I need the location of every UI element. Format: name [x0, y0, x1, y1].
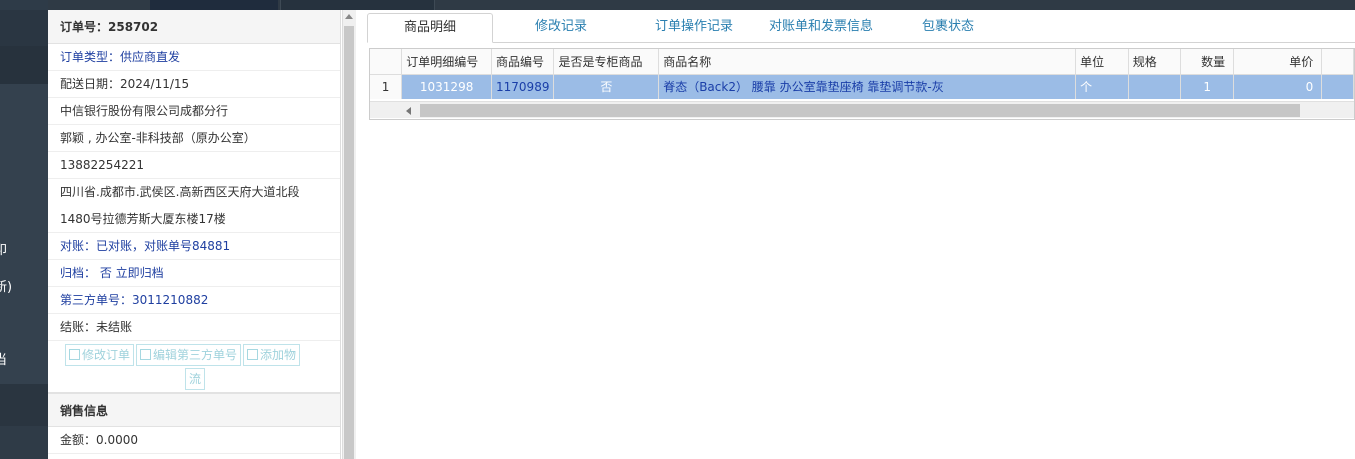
scroll-up-icon[interactable] [345, 14, 353, 19]
nav-item-active-group [0, 84, 48, 384]
add-logistics-label-2: 流 [189, 372, 202, 386]
order-type: 订单类型：供应商直发 [48, 44, 340, 71]
cell-detail-id[interactable]: 1031298 [401, 74, 493, 99]
edit-icon [140, 349, 152, 360]
cell-product-id[interactable]: 1170989 [491, 74, 555, 99]
scrollbar-thumb[interactable] [344, 26, 354, 459]
tab-modify-records[interactable]: 修改记录 [493, 13, 629, 43]
order-info-panel: 订单号：258702 订单类型：供应商直发 配送日期：2024/11/15 中信… [48, 10, 341, 459]
header-quantity[interactable]: 数量 [1180, 49, 1235, 75]
grid-header-row: 订单明细编号 商品编号 是否是专柜商品 商品名称 单位 规格 数量 单价 [370, 49, 1354, 75]
tab-reconcile-invoice[interactable]: 对账单和发票信息 [759, 13, 883, 43]
settle-status: 结账：未结账 [48, 314, 340, 341]
company-name: 中信银行股份有限公司成都分行 [48, 98, 340, 125]
edit-third-party-button[interactable]: 编辑第三方单号 [136, 344, 242, 366]
product-grid: 订单明细编号 商品编号 是否是专柜商品 商品名称 单位 规格 数量 单价 1 1… [369, 48, 1355, 120]
nav-item-1[interactable] [0, 10, 48, 46]
sales-amount: 金额：0.0000 [48, 427, 340, 454]
grid-scrollbar-thumb[interactable] [420, 104, 1300, 117]
header-product-name[interactable]: 商品名称 [658, 49, 1077, 75]
nav-item-4[interactable] [0, 426, 48, 459]
third-party-number: 第三方单号：3011210882 [48, 287, 340, 314]
header-detail-id[interactable]: 订单明细编号 [401, 49, 493, 75]
panel-scrollbar[interactable] [342, 10, 356, 459]
reconcile-status[interactable]: 对账：已对账，对账单号84881 [48, 233, 340, 260]
cell-quantity[interactable]: 1 [1180, 74, 1235, 99]
nav-label-3[interactable]: 当 [0, 349, 7, 368]
header-is-counter[interactable]: 是否是专柜商品 [553, 49, 660, 75]
contact-person: 郭颖 , 办公室-非科技部（原办公室） [48, 125, 340, 152]
edit-order-button[interactable]: 修改订单 [65, 344, 135, 366]
order-number: 订单号：258702 [48, 10, 340, 44]
cell-is-counter[interactable]: 否 [553, 74, 660, 99]
detail-tabs: 商品明细 修改记录 订单操作记录 对账单和发票信息 包裹状态 [367, 13, 1355, 43]
cell-filler [1321, 74, 1354, 99]
nav-item-2[interactable] [0, 46, 48, 84]
archive-status[interactable]: 归档： 否 立即归档 [48, 260, 340, 287]
top-tab-1[interactable] [150, 0, 278, 10]
edit-icon [247, 349, 259, 360]
header-spec[interactable]: 规格 [1128, 49, 1182, 75]
header-rownum [370, 49, 403, 75]
tab-package-status[interactable]: 包裹状态 [883, 13, 1013, 43]
header-filler [1321, 49, 1354, 75]
tab-order-operations[interactable]: 订单操作记录 [629, 13, 759, 43]
scroll-left-icon[interactable] [406, 107, 411, 115]
edit-third-party-label: 编辑第三方单号 [153, 348, 238, 362]
add-logistics-button-wrap[interactable]: 流 [185, 368, 206, 390]
row-number: 1 [370, 74, 403, 99]
main-content: 商品明细 修改记录 订单操作记录 对账单和发票信息 包裹状态 订单明细编号 商品… [357, 10, 1355, 459]
top-bar [0, 0, 1355, 10]
header-unit[interactable]: 单位 [1075, 49, 1129, 75]
add-logistics-button[interactable]: 添加物 [243, 344, 301, 366]
table-row[interactable]: 1 1031298 1170989 否 脊态（Back2） 腰靠 办公室靠垫座椅… [370, 74, 1354, 99]
header-unit-price[interactable]: 单价 [1233, 49, 1323, 75]
add-logistics-label: 添加物 [260, 348, 297, 362]
address-line-1: 四川省.成都市.武侯区.高新西区天府大道北段 [60, 185, 300, 199]
tab-product-details[interactable]: 商品明细 [367, 13, 493, 43]
nav-label-1[interactable]: 卬 [0, 239, 7, 258]
cell-product-name[interactable]: 脊态（Back2） 腰靠 办公室靠垫座椅 靠垫调节款-灰 [658, 74, 1077, 99]
top-tab-2[interactable] [280, 0, 435, 10]
edit-icon [69, 349, 80, 360]
grid-horizontal-scrollbar[interactable] [370, 101, 1354, 118]
cell-unit-price[interactable]: 0 [1233, 74, 1323, 99]
left-nav: 卬 新) 当 [0, 0, 48, 459]
contact-phone: 13882254221 [48, 152, 340, 179]
nav-item-3[interactable] [0, 384, 48, 426]
action-buttons: 修改订单 编辑第三方单号 添加物 流 [48, 341, 340, 393]
delivery-date: 配送日期：2024/11/15 [48, 71, 340, 98]
nav-label-2[interactable]: 新) [0, 276, 12, 295]
edit-order-label: 修改订单 [82, 348, 131, 362]
cell-spec[interactable] [1128, 74, 1182, 99]
sales-info-title: 销售信息 [48, 393, 340, 427]
cell-unit[interactable]: 个 [1075, 74, 1129, 99]
header-product-id[interactable]: 商品编号 [491, 49, 555, 75]
address-line-2: 1480号拉德芳斯大厦东楼17楼 [48, 206, 340, 233]
